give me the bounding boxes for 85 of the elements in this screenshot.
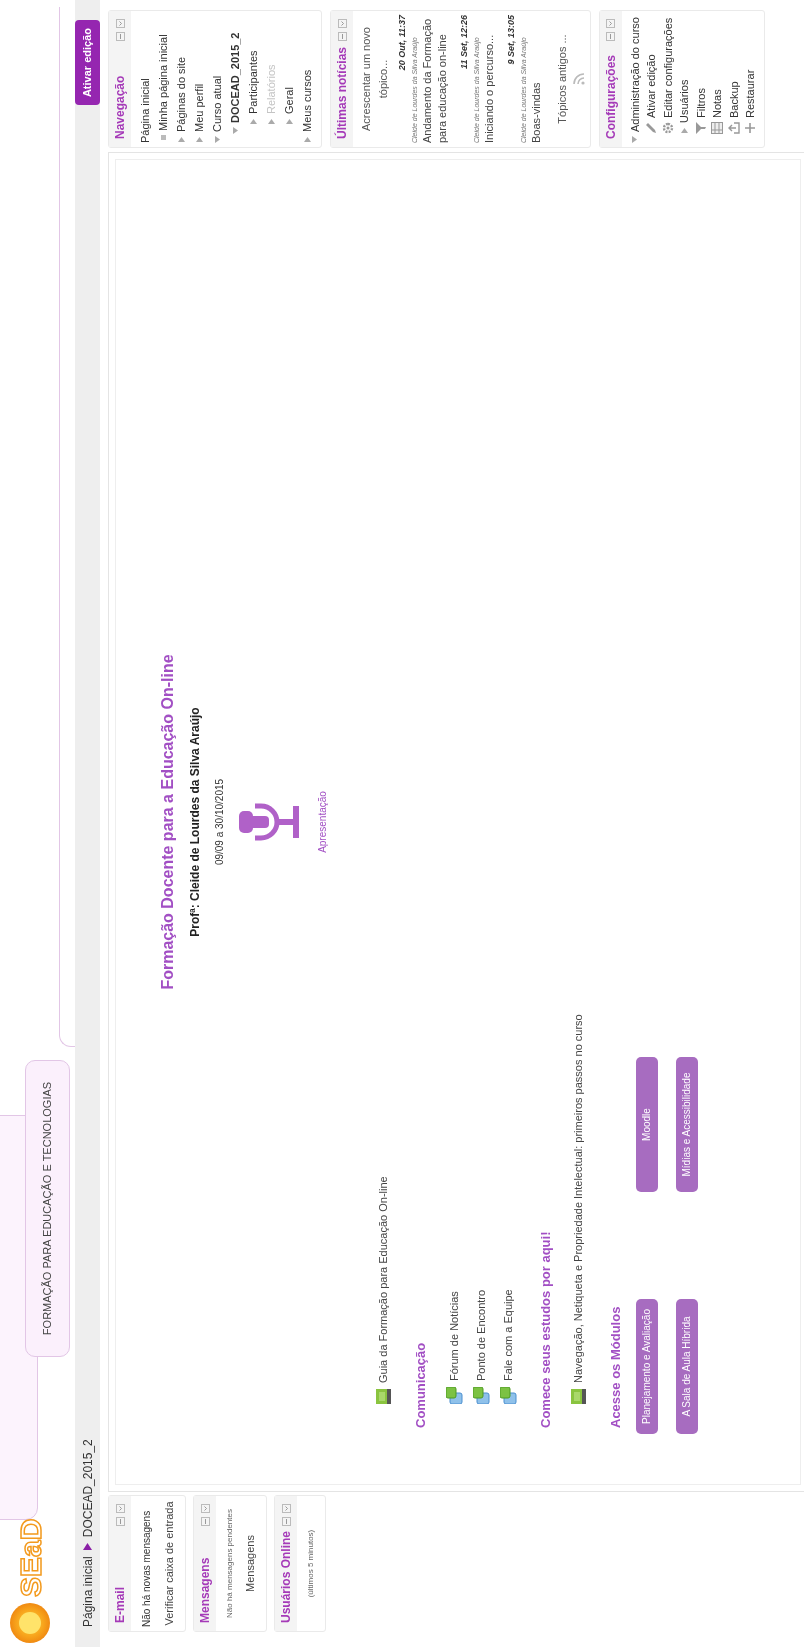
post-title[interactable]: Iniciando o percurso...	[482, 15, 497, 143]
activity-link[interactable]: Ponto de Encontro	[472, 1289, 490, 1381]
dock-icon	[200, 1504, 210, 1513]
nav-link[interactable]: Geral	[280, 87, 298, 114]
module-button[interactable]: Moodle	[635, 1057, 658, 1192]
settings-link[interactable]: Filtros	[692, 88, 709, 118]
block-link[interactable]: Mensagens	[239, 1500, 261, 1627]
settings-link[interactable]: Ativar edição	[643, 54, 660, 118]
intro-link[interactable]: Apresentação	[315, 791, 330, 853]
logo-text: SEaD	[16, 1518, 46, 1597]
document-icon	[376, 1389, 391, 1404]
microphone-icon	[239, 802, 301, 842]
block-text: Não há mensagens pendentes	[224, 1508, 235, 1620]
breadcrumb-link[interactable]: Página inicial	[78, 1556, 97, 1627]
module-button[interactable]: A Sala de Aula Híbrida	[675, 1299, 698, 1434]
block-title: Navegação	[112, 75, 128, 139]
settings-link[interactable]: Administração do curso	[626, 17, 643, 132]
nav-link[interactable]: Participantes	[244, 50, 262, 114]
post-title[interactable]: Andamento da Formação para educação on-line	[420, 15, 450, 143]
post-date: 9 Set, 13:05	[505, 15, 517, 67]
nav-link[interactable]: Minha página inicial	[154, 34, 172, 131]
post-date: 20 Out, 11:37	[396, 15, 408, 73]
activity-link[interactable]: Fórum de Notícias	[445, 1291, 463, 1381]
bullet-icon	[160, 135, 166, 140]
settings-link[interactable]: Notas	[709, 89, 726, 118]
dock-icon	[115, 1504, 125, 1513]
chat-bubbles-icon	[472, 1387, 490, 1404]
course-dates: 09/09 a 30/10/2015	[213, 778, 226, 866]
block-title: Configurações	[602, 55, 619, 139]
section-heading: Comece seus estudos por aqui!	[536, 1230, 554, 1428]
plus-icon	[744, 122, 757, 134]
section-heading: Acesse os Módulos	[607, 1305, 624, 1428]
teacher-name: Profª: Cleide de Lourdes da Silva Araújo	[187, 707, 203, 937]
activity-link[interactable]: Fale com a Equipe	[499, 1289, 517, 1381]
course-title: Formação Docente para a Educação On-line	[158, 654, 177, 990]
activity-link[interactable]: Guia da Formação para Educação On-line	[375, 1176, 392, 1383]
settings-link[interactable]: Backup	[725, 81, 742, 118]
dock-icon	[337, 19, 347, 28]
block-text: (últimos 5 minutos)	[305, 1528, 316, 1600]
dock-icon	[115, 19, 125, 28]
nav-link[interactable]: Meu perfil	[190, 83, 208, 132]
document-icon	[571, 1389, 586, 1404]
minimize-icon	[115, 32, 125, 41]
pencil-icon	[645, 122, 658, 134]
nav-link[interactable]: Página inicial	[136, 78, 154, 143]
sun-logo-icon	[8, 1601, 52, 1645]
post-date: 11 Set, 12:26	[458, 15, 470, 71]
block-text: Não há novas mensagens	[140, 1509, 153, 1627]
minimize-icon	[281, 1517, 291, 1526]
activity-link[interactable]: Navegação, Netiqueta e Propriedade Intelectual: primeiros passos no curso	[570, 1014, 587, 1383]
module-button[interactable]: Mídias e Acessibilidade	[675, 1057, 698, 1192]
block-title: Últimas notícias	[333, 46, 350, 139]
post-title[interactable]: Boas-vindas	[529, 15, 544, 143]
minimize-icon	[200, 1517, 210, 1526]
edit-button[interactable]: Ativar edição	[75, 20, 100, 106]
nav-link[interactable]: Curso atual	[208, 75, 226, 132]
block-link[interactable]: Verificar caixa de entrada	[158, 1500, 180, 1627]
breadcrumb-arrow-icon	[83, 1543, 92, 1551]
rss-icon	[572, 73, 585, 85]
minimize-icon	[606, 32, 615, 41]
minimize-icon	[337, 32, 347, 41]
chat-bubbles-icon	[499, 1387, 517, 1404]
upload-icon	[727, 122, 740, 134]
module-button[interactable]: Planejamento e Avaliação	[635, 1299, 658, 1434]
block-title: Mensagens	[197, 1557, 213, 1623]
settings-link[interactable]: Usuários	[676, 79, 693, 123]
nav-link[interactable]: Meus cursos	[298, 69, 316, 132]
header-tab[interactable]: FORMAÇÃO PARA EDUCAÇÃO E TECNOLOGIAS	[25, 1060, 70, 1357]
gear-icon	[661, 122, 674, 134]
section-heading: Comunicação	[412, 1341, 429, 1428]
block-title: E-mail	[112, 1587, 128, 1623]
nav-link[interactable]: DOCEAD_2015_2	[226, 32, 244, 123]
dock-icon	[281, 1504, 291, 1513]
block-title: Usuários Online	[278, 1530, 294, 1623]
funnel-icon	[694, 122, 707, 134]
settings-link[interactable]: Editar configurações	[659, 17, 676, 118]
table-icon	[711, 122, 724, 134]
add-topic-link[interactable]: Acrescentar um novo tópico...	[358, 15, 392, 143]
older-topics-link[interactable]: Tópicos antigos ...	[554, 15, 571, 143]
chat-bubbles-icon	[445, 1387, 463, 1404]
dock-icon	[606, 19, 615, 28]
nav-link[interactable]: Páginas do site	[172, 56, 190, 132]
minimize-icon	[115, 1517, 125, 1526]
breadcrumb-link[interactable]: DOCEAD_2015_2	[78, 1439, 97, 1538]
settings-link[interactable]: Restaurar	[742, 69, 759, 118]
